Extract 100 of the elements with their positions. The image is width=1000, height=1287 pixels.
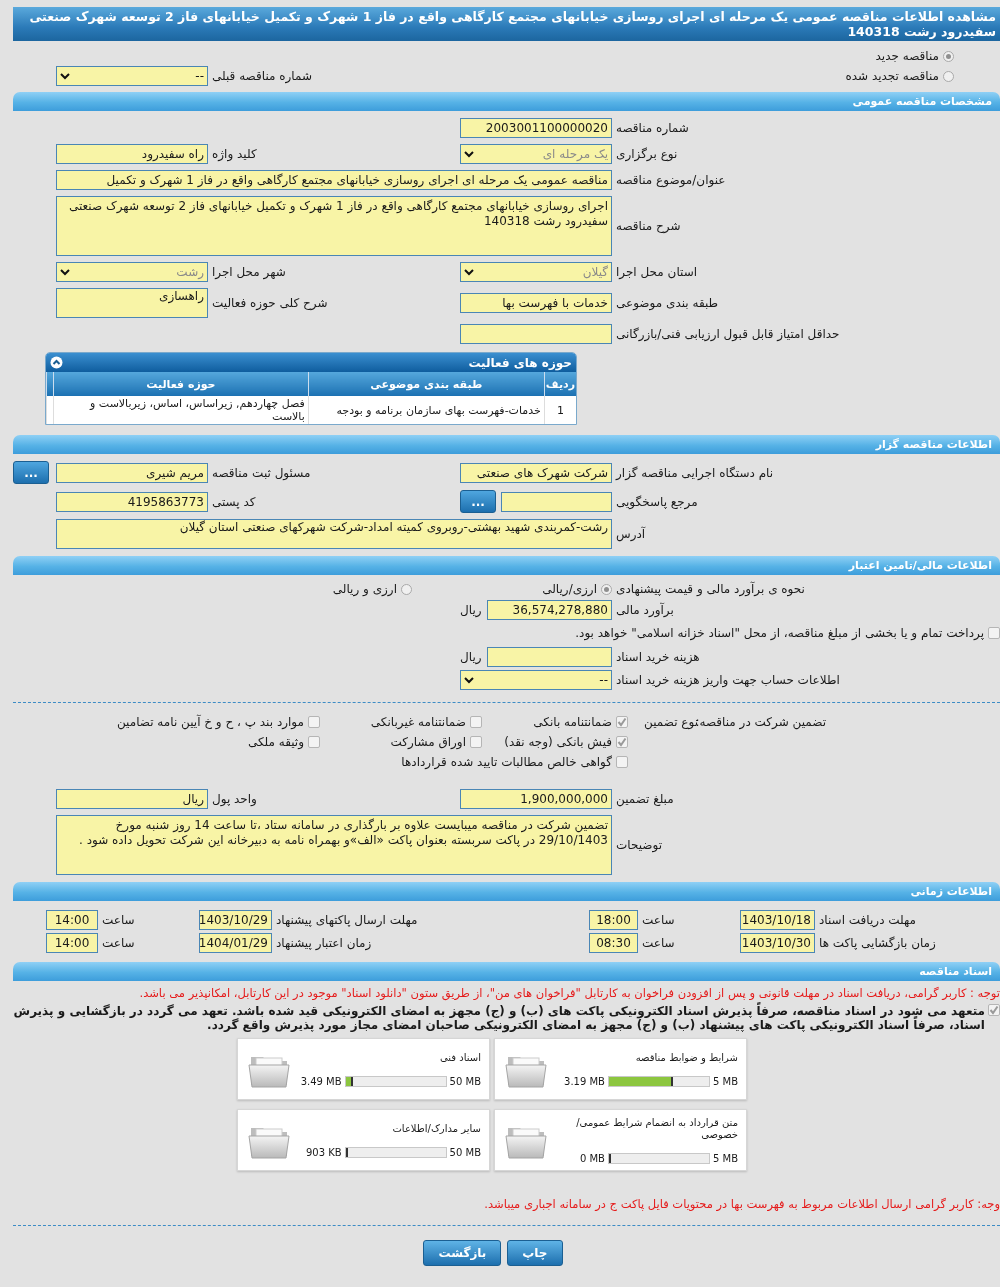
checkbox[interactable] xyxy=(470,716,482,728)
collapse-icon[interactable] xyxy=(50,356,63,369)
input-field[interactable]: 4195863773 xyxy=(56,491,208,512)
radio-button[interactable] xyxy=(943,70,954,82)
size-limit: 50 MB xyxy=(449,1146,481,1158)
field-label: اطلاعات حساب جهت واریز هزینه خرید اسناد xyxy=(615,673,841,687)
field-label: ساعت xyxy=(101,936,136,950)
input-field[interactable]: ریال xyxy=(56,789,208,809)
field-label: مهلت دریافت اسناد xyxy=(818,913,917,927)
option-label: موارد بند پ ، ح و خ آیین نامه تضامین xyxy=(116,715,304,729)
field-label: مسئول ثبت مناقصه xyxy=(211,465,312,480)
field-label: تضمین شرکت در مناقصه: xyxy=(698,715,826,729)
more-button[interactable]: ... xyxy=(460,490,496,513)
option-label: فیش بانکی (وجه نقد) xyxy=(504,735,612,749)
field-label: نحوه ی برآورد مالی و قیمت پیشنهادی xyxy=(615,582,806,596)
field-label: نوع برگزاری xyxy=(615,147,679,161)
panel-title: حوزه های فعالیت xyxy=(468,355,572,370)
text-area[interactable]: رشت-کمربندی شهید بهشتی-روبروی کمیته امداد-شرکت شهرکهای صنعتی استان گیلان xyxy=(56,519,612,549)
option-label: وثیقه ملکی xyxy=(247,735,304,749)
text-area[interactable]: تضمین شرکت در مناقصه میبایست علاوه بر بارگذاری در سامانه ستاد ،تا ساعت 14 روز شنبه مورخ 29/10/1403 در پاکت سربسته بعنوان پاکت «الف»و بهمراه نامه به دبیرخانه این شرکت تحویل داده شود . xyxy=(56,815,612,875)
input-field[interactable]: 1,900,000,000 xyxy=(460,789,612,809)
column-header: طبقه بندی موضوعی xyxy=(308,372,545,396)
file-title: متن قرارداد به انضمام شرایط عمومی/خصوصی xyxy=(575,1116,738,1141)
unit-label: ریال xyxy=(460,650,482,664)
table-cell: فصل چهاردهم, زیراساس، اساس، زیربالاست و بالاست xyxy=(53,396,309,424)
field-label: آدرس xyxy=(615,527,647,541)
back-button[interactable]: بازگشت xyxy=(423,1240,502,1266)
notice-text: توجه : کاربر گرامی، دریافت اسناد در مهلت قانونی و پس از افزودن فراخوان به کارتابل "فراخوان های من"، از طریق ستون "دانلود اسناد" موجود در این کارتابل، امکانپذیر می باشد. xyxy=(138,986,1000,1000)
input-field[interactable]: مناقصه عمومی یک مرحله ای اجرای روسازی خیابانهای مجتمع کارگاهی واقع در فاز 1 شهرک و تکمیل xyxy=(56,170,612,190)
field-label: زمان اعتبار پیشنهاد xyxy=(275,936,373,950)
input-field[interactable]: 36,574,278,880 xyxy=(486,600,612,620)
radio-button[interactable] xyxy=(601,583,612,595)
input-field[interactable]: 1403/10/30 xyxy=(740,933,815,953)
input-field[interactable]: شرکت شهرک های صنعتی xyxy=(460,462,612,483)
file-title: شرایط و ضوابط مناقصه xyxy=(634,1051,738,1064)
field-label: شهر محل اجرا xyxy=(211,265,287,279)
size-limit: 5 MB xyxy=(712,1152,738,1164)
page-title: مشاهده اطلاعات مناقصه عمومی یک مرحله ای اجرای روسازی خیابانهای مجتمع کارگاهی واقع در فاز 1 شهرک و تکمیل خیابانهای فاز 2 توسعه شهرک صنعتی سفیدرود رشت 140318 xyxy=(13,7,1000,41)
notice-text: وجه: کاربر گرامی ارسال اطلاعات مربوط به فهرست بها در محتویات فایل پاکت ج در سامانه اجباری میباشد. xyxy=(483,1197,1000,1211)
field-label: استان محل اجرا xyxy=(615,265,699,279)
field-label: نوع تضمین xyxy=(643,715,698,729)
checkbox[interactable] xyxy=(308,716,320,728)
checkbox[interactable] xyxy=(470,736,482,748)
dropdown[interactable]: -- xyxy=(460,670,612,690)
input-field[interactable]: 14:00 xyxy=(46,933,98,953)
input-field[interactable] xyxy=(486,647,612,667)
size-used: 0 MB xyxy=(579,1152,605,1164)
option-label: اوراق مشارکت xyxy=(390,735,466,749)
field-label: شرح کلی حوزه فعالیت xyxy=(211,296,329,310)
text-area[interactable]: راهسازی xyxy=(56,288,208,318)
input-field[interactable]: مریم شیری xyxy=(56,462,208,483)
size-used: 3.49 MB xyxy=(300,1075,342,1087)
commitment-text: متعهد می شود در اسناد مناقصه، صرفاً پذیرش اسناد الکترونیکی پاکت های (ب) و (ج) مجهز به امضای الکترونیکی قید شده باشد. تعهد می گردد در بازگشایی و پذیرش اسناد، صرفاً اسناد الکترونیکی پاکت های پیشنهاد (ب) و (ج) مجهز به امضای الکترونیکی صاحبان امضای مجاز مورد پذیرش واقع گردد. xyxy=(12,1004,985,1032)
radio-button[interactable] xyxy=(943,50,954,62)
radio-button[interactable] xyxy=(401,583,412,595)
field-label: هزینه خرید اسناد xyxy=(615,650,701,664)
size-limit: 50 MB xyxy=(449,1075,481,1087)
field-label: عنوان/موضوع مناقصه xyxy=(615,173,727,187)
checkbox[interactable] xyxy=(988,1004,1000,1016)
checkbox[interactable] xyxy=(308,736,320,748)
field-label: ساعت xyxy=(101,913,136,927)
field-label: زمان بازگشایی پاکت ها xyxy=(818,936,937,950)
checkbox[interactable] xyxy=(616,736,628,748)
input-field[interactable] xyxy=(460,324,612,344)
input-field[interactable] xyxy=(501,491,612,512)
input-field[interactable]: 18:00 xyxy=(589,910,638,930)
field-label: ساعت xyxy=(641,913,676,927)
input-field[interactable]: خدمات با فهرست بها xyxy=(460,293,612,313)
input-field[interactable]: 14:00 xyxy=(46,910,98,930)
text-area[interactable]: اجرای روسازی خیابانهای مجتمع کارگاهی واقع در فاز 1 شهرک و تکمیل خیابانهای فاز 2 توسعه شهرک صنعتی سفیدرود رشت 140318 xyxy=(56,196,612,256)
input-field[interactable]: 1404/01/29 xyxy=(199,933,272,953)
section-header: اطلاعات زمانی xyxy=(13,882,1000,901)
checkbox[interactable] xyxy=(616,756,628,768)
input-field[interactable]: 08:30 xyxy=(589,933,638,953)
file-title: اسناد فنی xyxy=(439,1051,481,1064)
more-button[interactable]: ... xyxy=(13,461,49,484)
print-button[interactable]: چاپ xyxy=(507,1240,563,1266)
field-label: شرح مناقصه xyxy=(615,219,682,233)
input-field[interactable]: راه سفیدرود xyxy=(56,144,208,164)
section-header: اطلاعات مالی/تامین اعتبار xyxy=(13,556,1000,575)
caret-icon xyxy=(60,268,70,276)
field-label: مرجع پاسخگویی xyxy=(615,494,699,509)
field-label: حداقل امتیاز قابل قبول ارزیابی فنی/بازرگانی xyxy=(615,327,841,341)
checkbox[interactable] xyxy=(616,716,628,728)
field-label: نام دستگاه اجرایی مناقصه گزار xyxy=(614,465,775,480)
input-field[interactable]: 1403/10/29 xyxy=(199,910,272,930)
dropdown[interactable]: -- xyxy=(56,66,208,86)
table-cell: 1 xyxy=(544,396,576,424)
option-label: ارزی/ریالی xyxy=(542,582,597,596)
input-field[interactable]: 2003001100000020 xyxy=(460,118,612,138)
input-field[interactable]: 1403/10/18 xyxy=(740,910,815,930)
option-label: ارزی و ریالی xyxy=(332,582,397,596)
field-label: طبقه بندی موضوعی xyxy=(615,296,720,310)
checkbox[interactable] xyxy=(988,627,1000,639)
file-title: سایر مدارک/اطلاعات xyxy=(391,1122,481,1135)
field-label: توضیحات xyxy=(615,838,664,852)
section-header: اطلاعات مناقصه گزار xyxy=(13,435,1000,454)
unit-label: ریال xyxy=(460,603,482,617)
field-label: مهلت ارسال پاکتهای پیشنهاد xyxy=(275,913,419,927)
field-label: برآورد مالی xyxy=(615,603,675,617)
